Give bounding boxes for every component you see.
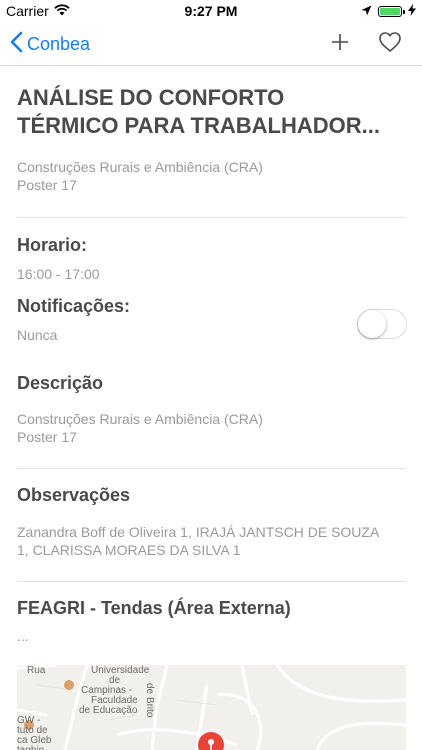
location-arrow-icon: [361, 3, 372, 19]
toggle-knob: [358, 310, 386, 338]
schedule-label: Horario:: [17, 235, 88, 255]
notifications-label: Notificações:: [17, 296, 131, 316]
location-name: FEAGRI - Tendas (Área Externa): [17, 598, 291, 618]
divider: [17, 581, 406, 582]
event-detail: ANÁLISE DO CONFORTO TÉRMICO PARA TRABALH…: [17, 66, 407, 645]
map-label-universidade: Universidade: [91, 665, 150, 676]
charging-icon: [408, 3, 416, 19]
location-detail: ...: [17, 628, 29, 644]
navigation-bar: Conbea: [0, 22, 422, 66]
map-pin-icon[interactable]: [197, 731, 225, 750]
observations-line-2: 1, CLARISSA MORAES DA SILVA 1: [17, 542, 241, 558]
notifications-toggle[interactable]: [357, 309, 407, 339]
back-button[interactable]: Conbea: [10, 31, 90, 58]
event-title: ANÁLISE DO CONFORTO TÉRMICO PARA TRABALH…: [17, 84, 407, 140]
school-icon: [64, 680, 74, 690]
description-line-1: Construções Rurais e Ambiência (CRA): [17, 411, 263, 427]
map-label-brito: de Brito: [144, 683, 155, 718]
event-title-line-2: TÉRMICO PARA TRABALHADOR...: [17, 113, 380, 138]
map-label-taghin: taghin: [17, 745, 44, 750]
status-time: 9:27 PM: [184, 3, 238, 19]
description-label: Descrição: [17, 373, 104, 393]
map-label-educacao: de Educação: [79, 705, 138, 716]
divider: [17, 217, 406, 218]
event-title-line-1: ANÁLISE DO CONFORTO: [17, 85, 285, 110]
schedule-value: 16:00 - 17:00: [17, 266, 100, 282]
event-poster: Poster 17: [17, 177, 77, 193]
map-label-rua: Rua: [27, 665, 46, 676]
observations-line-1: Zanandra Boff de Oliveira 1, IRAJÁ JANTS…: [17, 524, 380, 540]
plus-icon[interactable]: [330, 32, 350, 57]
description-line-2: Poster 17: [17, 429, 77, 445]
divider: [17, 468, 406, 469]
observations-label: Observações: [17, 485, 131, 505]
location-map[interactable]: Rua Universidade de Campinas - Faculdade…: [17, 665, 406, 750]
event-category: Construções Rurais e Ambiência (CRA): [17, 159, 263, 175]
battery-icon: [378, 5, 405, 17]
heart-icon[interactable]: [378, 31, 402, 58]
back-label: Conbea: [27, 34, 91, 54]
chevron-left-icon: [10, 31, 23, 58]
notifications-value: Nunca: [17, 327, 58, 343]
status-bar: Carrier 9:27 PM: [0, 0, 422, 22]
